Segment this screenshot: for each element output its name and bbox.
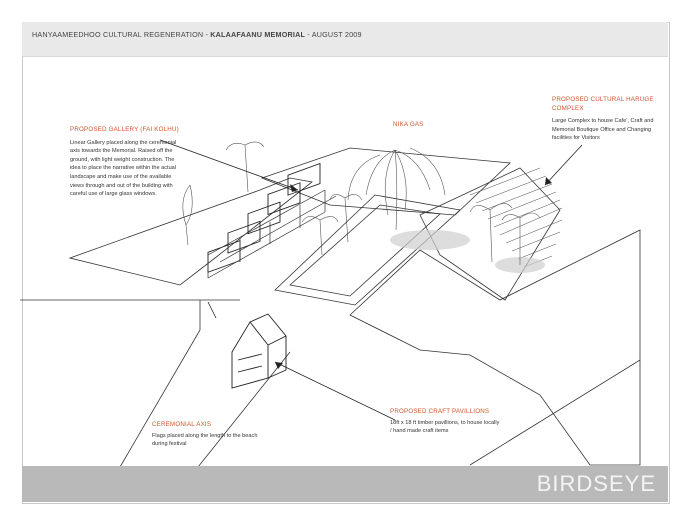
craft-pavilion xyxy=(231,313,287,389)
annotation-body: 18ft x 18 ft timber pavillions, to house… xyxy=(390,419,500,435)
annotation-body: Flags placed along the length to the bea… xyxy=(152,432,258,448)
central-plaza xyxy=(274,194,461,306)
tree-shadow xyxy=(390,230,470,250)
pavilion-leader xyxy=(274,361,396,421)
annotation-harube: PROPOSED CULTURAL HARUGE COMPLEX Large C… xyxy=(552,96,657,143)
axis-line-right xyxy=(197,351,291,468)
annotation-title: CEREMONIAL AXIS xyxy=(152,421,212,428)
gallery-posts xyxy=(207,190,326,278)
courtyard xyxy=(260,147,511,216)
annotation-title: NIKA GAS xyxy=(393,121,424,128)
annotation-body: Large Complex to house Cafe', Craft and … xyxy=(552,118,654,142)
gallery-leader xyxy=(159,139,299,191)
annotation-axis: CEREMONIAL AXIS Flags placed along the l… xyxy=(152,421,260,449)
gallery-modules xyxy=(207,162,321,273)
birdseye-drawing xyxy=(20,139,641,468)
gallery-leader-lower xyxy=(207,301,217,319)
annotation-nika: NIKA GAS xyxy=(393,121,424,130)
annotation-body: Linear Gallery placed along the ceremoni… xyxy=(70,139,177,198)
annotation-title: PROPOSED CULTURAL HARUGE COMPLEX xyxy=(552,96,654,112)
annotation-title: PROPOSED CRAFT PAVILLIONS xyxy=(390,408,490,415)
view-label: BIRDSEYE xyxy=(536,471,656,496)
annotation-pavilions: PROPOSED CRAFT PAVILLIONS 18ft x 18 ft t… xyxy=(390,408,500,436)
gallery-rails xyxy=(207,189,337,279)
annotation-gallery: PROPOSED GALLERY (FAI KOLHU) Linear Gall… xyxy=(70,126,180,199)
harube-leader xyxy=(544,144,583,186)
annotation-title: PROPOSED GALLERY (FAI KOLHU) xyxy=(70,126,179,133)
